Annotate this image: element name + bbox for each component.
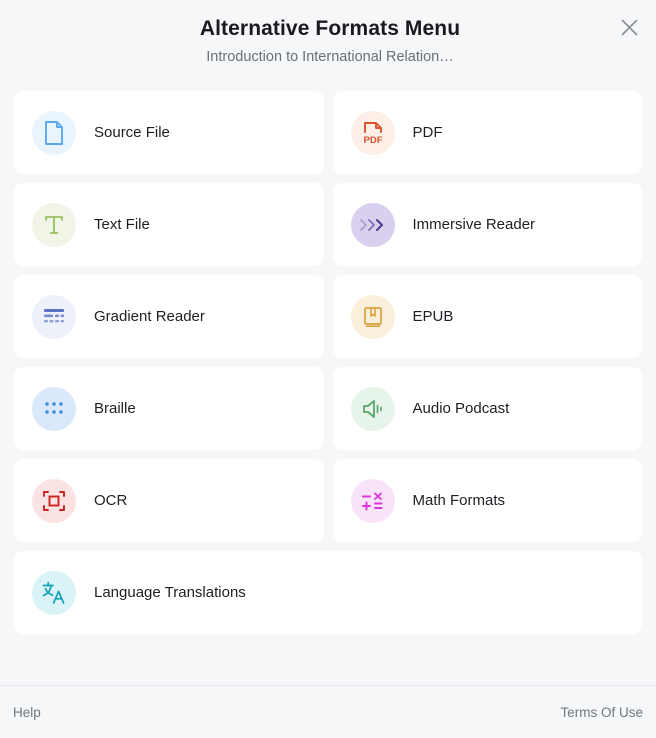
book-bookmark-icon — [351, 295, 395, 339]
format-option-label: Immersive Reader — [413, 215, 536, 235]
text-t-icon — [32, 203, 76, 247]
format-option-label: Text File — [94, 215, 150, 235]
speaker-icon — [351, 387, 395, 431]
modal-footer: Help Terms Of Use — [0, 685, 656, 738]
format-option-language-translations[interactable]: Language Translations — [14, 551, 642, 634]
format-option-label: OCR — [94, 491, 127, 511]
format-option-label: Gradient Reader — [94, 307, 205, 327]
format-option-label: EPUB — [413, 307, 454, 327]
modal-header: Alternative Formats Menu Introduction to… — [0, 0, 656, 81]
text-lines-icon — [32, 295, 76, 339]
format-option-label: PDF — [413, 123, 443, 143]
format-option-math-formats[interactable]: Math Formats — [333, 459, 643, 542]
format-option-label: Source File — [94, 123, 170, 143]
svg-text:PDF: PDF — [363, 135, 382, 146]
document-icon — [32, 111, 76, 155]
chevrons-right-icon — [351, 203, 395, 247]
format-option-epub[interactable]: EPUB — [333, 275, 643, 358]
format-option-ocr[interactable]: OCR — [14, 459, 324, 542]
format-option-source-file[interactable]: Source File — [14, 91, 324, 174]
close-button[interactable] — [612, 10, 646, 44]
format-option-text-file[interactable]: Text File — [14, 183, 324, 266]
document-subtitle: Introduction to International Relation… — [0, 47, 656, 67]
terms-of-use-link[interactable]: Terms Of Use — [560, 705, 643, 720]
translate-icon — [32, 571, 76, 615]
format-option-immersive-reader[interactable]: Immersive Reader — [333, 183, 643, 266]
format-options-grid: Source File PDF PDF Text File — [0, 81, 656, 685]
braille-dots-icon — [32, 387, 76, 431]
format-option-label: Math Formats — [413, 491, 506, 511]
format-option-braille[interactable]: Braille — [14, 367, 324, 450]
format-option-audio-podcast[interactable]: Audio Podcast — [333, 367, 643, 450]
math-symbols-icon — [351, 479, 395, 523]
scan-frame-icon — [32, 479, 76, 523]
close-icon — [620, 18, 639, 37]
alternative-formats-modal: Alternative Formats Menu Introduction to… — [0, 0, 656, 738]
format-option-gradient-reader[interactable]: Gradient Reader — [14, 275, 324, 358]
help-link[interactable]: Help — [13, 705, 41, 720]
format-option-label: Audio Podcast — [413, 399, 510, 419]
format-option-pdf[interactable]: PDF PDF — [333, 91, 643, 174]
page-title: Alternative Formats Menu — [0, 16, 656, 42]
format-option-label: Language Translations — [94, 583, 246, 603]
format-option-label: Braille — [94, 399, 136, 419]
pdf-file-icon: PDF — [351, 111, 395, 155]
